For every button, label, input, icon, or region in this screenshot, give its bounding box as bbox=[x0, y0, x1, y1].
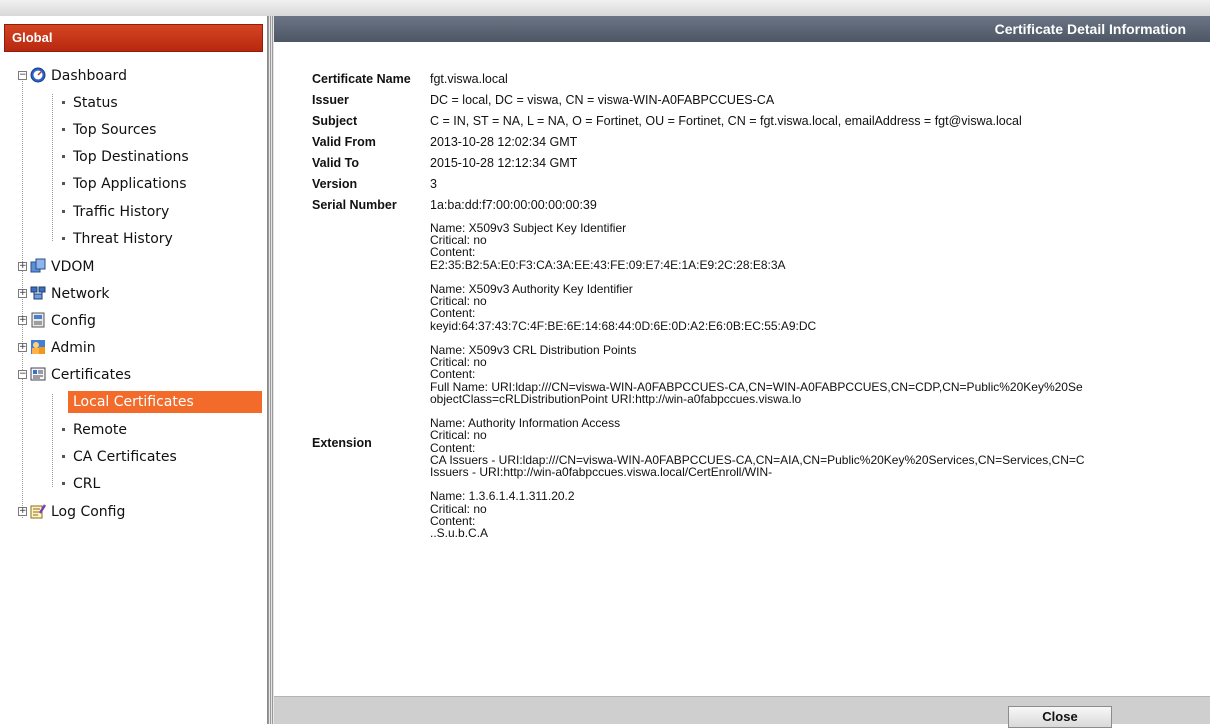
serial-number-value: 1a:ba:dd:f7:00:00:00:00:00:39 bbox=[430, 198, 597, 212]
tree-connector bbox=[52, 94, 53, 241]
tree-node-log-config[interactable]: + Log Config bbox=[18, 501, 218, 523]
bullet-icon bbox=[62, 482, 65, 485]
sidebar-item-local-certificates[interactable]: Local Certificates bbox=[62, 391, 262, 413]
bullet-icon bbox=[62, 237, 65, 240]
valid-to-value: 2015-10-28 12:12:34 GMT bbox=[430, 156, 578, 170]
dialog-footer: Close bbox=[274, 696, 1210, 728]
certificate-detail-panel: Certificate Detail Information Certifica… bbox=[274, 16, 1210, 728]
tree-connector bbox=[52, 394, 53, 487]
version-value: 3 bbox=[430, 177, 437, 191]
bullet-icon bbox=[62, 455, 65, 458]
certificate-name-label: Certificate Name bbox=[312, 72, 411, 86]
tree-node-label: Certificates bbox=[51, 367, 132, 383]
subject-label: Subject bbox=[312, 114, 358, 128]
extension-line: ..S.u.b.C.A bbox=[430, 526, 489, 540]
bullet-icon bbox=[62, 182, 65, 185]
tree-node-label: VDOM bbox=[51, 259, 95, 275]
sidebar-title: Global bbox=[4, 24, 263, 52]
sidebar-item-label: Threat History bbox=[73, 231, 173, 247]
sidebar-item-label: Remote bbox=[73, 422, 128, 438]
tree-node-label: Log Config bbox=[51, 504, 126, 520]
sidebar-item-label: Status bbox=[73, 95, 118, 111]
extension-label: Extension bbox=[312, 436, 372, 450]
sidebar-item-label: Top Sources bbox=[73, 122, 157, 138]
network-icon bbox=[30, 285, 46, 301]
tree-node-certificates[interactable]: − Certificates bbox=[18, 364, 218, 386]
extension-line: objectClass=cRLDistributionPoint URI:htt… bbox=[430, 391, 802, 406]
expand-icon[interactable]: + bbox=[18, 289, 27, 298]
subject-value: C = IN, ST = NA, L = NA, O = Fortinet, O… bbox=[430, 114, 1022, 128]
valid-from-value: 2013-10-28 12:02:34 GMT bbox=[430, 135, 578, 149]
tree-node-network[interactable]: + Network bbox=[18, 283, 218, 305]
admin-icon bbox=[30, 339, 46, 355]
tree-node-config[interactable]: + Config bbox=[18, 310, 218, 332]
dashboard-icon bbox=[30, 67, 46, 83]
certificate-name-value: fgt.viswa.local bbox=[430, 72, 508, 86]
expand-icon[interactable]: + bbox=[18, 507, 27, 516]
valid-from-label: Valid From bbox=[312, 135, 376, 149]
extension-line: keyid:64:37:43:7C:4F:BE:6E:14:68:44:0D:6… bbox=[430, 318, 817, 333]
sidebar-item-label: Traffic History bbox=[73, 204, 170, 220]
bullet-icon bbox=[62, 400, 65, 403]
sidebar-item-label: CRL bbox=[73, 476, 101, 492]
tree-node-label: Dashboard bbox=[51, 68, 127, 84]
tree-node-admin[interactable]: + Admin bbox=[18, 337, 218, 359]
collapse-icon[interactable]: − bbox=[18, 71, 27, 80]
sidebar-item-label: CA Certificates bbox=[73, 449, 177, 465]
panel-title: Certificate Detail Information bbox=[274, 16, 1210, 42]
bullet-icon bbox=[62, 155, 65, 158]
close-button[interactable]: Close bbox=[1008, 706, 1112, 728]
extension-line: E2:35:B2:5A:E0:F3:CA:3A:EE:43:FE:09:E7:4… bbox=[430, 257, 786, 272]
collapse-icon[interactable]: − bbox=[18, 370, 27, 379]
sidebar-item-label: Local Certificates bbox=[73, 394, 194, 410]
tree-node-label: Admin bbox=[51, 340, 96, 356]
tree-node-vdom[interactable]: + VDOM bbox=[18, 256, 218, 278]
issuer-label: Issuer bbox=[312, 93, 349, 107]
extension-line: Issuers - URI:http://win-a0fabpccues.vis… bbox=[430, 465, 773, 479]
tree-node-dashboard[interactable]: − Dashboard bbox=[18, 65, 218, 87]
bullet-icon bbox=[62, 128, 65, 131]
log-config-icon bbox=[30, 503, 47, 519]
tree-node-label: Network bbox=[51, 286, 110, 302]
config-icon bbox=[30, 312, 46, 328]
sidebar-item-label: Top Destinations bbox=[73, 149, 189, 165]
sidebar-item-label: Top Applications bbox=[73, 176, 187, 192]
bullet-icon bbox=[62, 428, 65, 431]
bullet-icon bbox=[62, 210, 65, 213]
bullet-icon bbox=[62, 101, 65, 104]
valid-to-label: Valid To bbox=[312, 156, 359, 170]
serial-number-label: Serial Number bbox=[312, 198, 397, 212]
tree-node-label: Config bbox=[51, 313, 96, 329]
expand-icon[interactable]: + bbox=[18, 262, 27, 271]
expand-icon[interactable]: + bbox=[18, 343, 27, 352]
window-top-strip bbox=[0, 0, 1210, 16]
vdom-icon bbox=[30, 258, 46, 274]
certificate-icon bbox=[30, 366, 46, 382]
navigation-sidebar: Global − Dashboard Status Top Sources To… bbox=[0, 16, 268, 724]
version-label: Version bbox=[312, 177, 358, 191]
expand-icon[interactable]: + bbox=[18, 316, 27, 325]
issuer-value: DC = local, DC = viswa, CN = viswa-WIN-A… bbox=[430, 93, 775, 107]
